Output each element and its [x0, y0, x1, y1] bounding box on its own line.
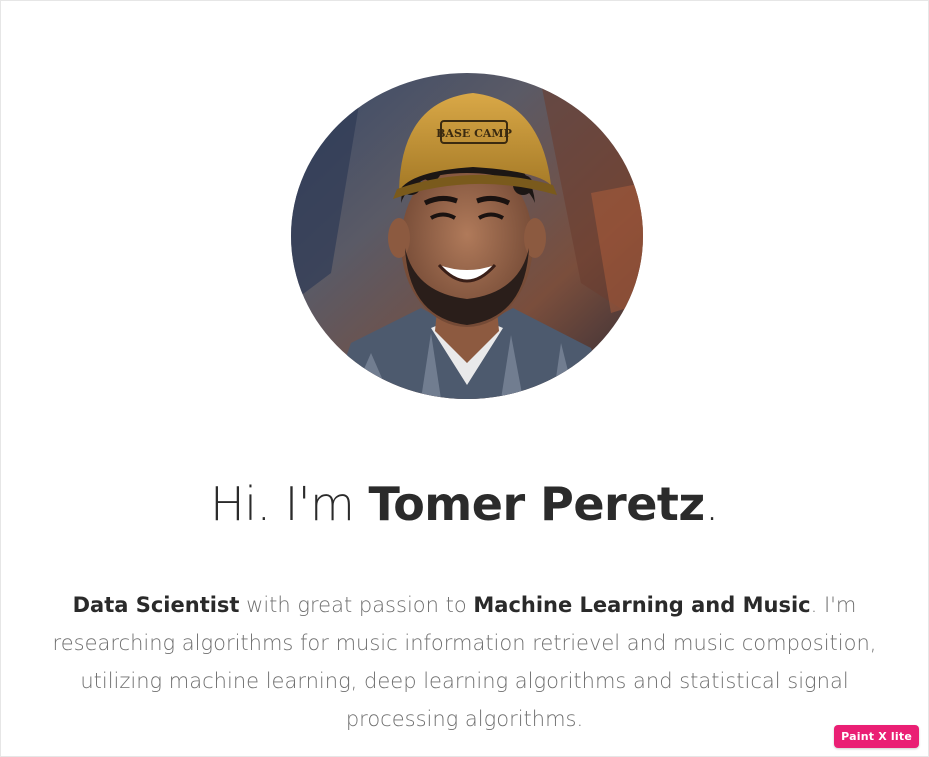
person-name: Tomer Peretz: [368, 477, 705, 531]
greeting-prefix: Hi. I'm: [210, 477, 355, 531]
page-frame: BASE CAMP Hi. I'm Tomer Peretz. Data Sci…: [0, 0, 929, 757]
svg-text:BASE CAMP: BASE CAMP: [436, 127, 512, 140]
bio-focus: Machine Learning and Music: [473, 593, 811, 617]
page-title: Hi. I'm Tomer Peretz.: [1, 477, 928, 531]
avatar: BASE CAMP: [291, 73, 643, 399]
bio-paragraph: Data Scientist with great passion to Mac…: [41, 586, 888, 738]
bio-role: Data Scientist: [72, 593, 240, 617]
bio-text-1: with great passion to: [239, 593, 474, 617]
paint-x-lite-badge[interactable]: Paint X lite: [834, 725, 919, 748]
greeting-suffix: .: [704, 477, 720, 531]
avatar-photo: BASE CAMP: [291, 73, 643, 399]
